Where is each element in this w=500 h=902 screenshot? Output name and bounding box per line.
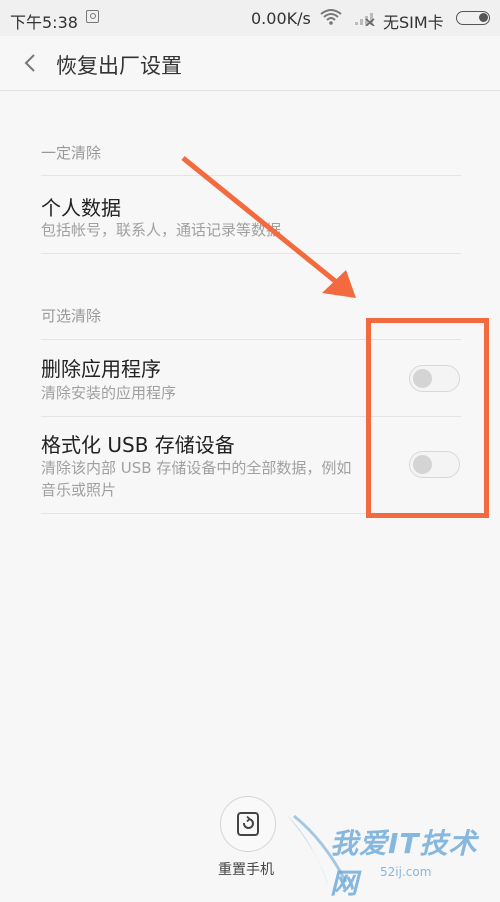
signal-icon: [355, 13, 375, 26]
sim-status: 无SIM卡: [383, 13, 444, 32]
header-bar: 恢复出厂设置: [0, 36, 500, 91]
item-subtitle: 清除该内部 USB 存储设备中的全部数据，例如音乐或照片: [41, 459, 352, 499]
item-subtitle: 包括帐号，联系人，通话记录等数据: [41, 221, 282, 239]
divider: [41, 416, 461, 417]
item-title: 删除应用程序: [41, 357, 161, 381]
page-title: 恢复出厂设置: [56, 54, 182, 78]
watermark-url: 52ij.com: [380, 865, 432, 879]
reset-phone-icon: [237, 812, 259, 836]
format-usb-toggle[interactable]: [409, 451, 460, 478]
status-time: 下午5:38: [10, 13, 78, 32]
toggle-knob: [413, 369, 432, 388]
divider: [41, 513, 461, 514]
item-title: 格式化 USB 存储设备: [41, 433, 235, 457]
item-subtitle: 清除安装的应用程序: [41, 384, 177, 402]
section-label-optional: 可选清除: [41, 307, 102, 325]
battery-icon: [456, 11, 490, 25]
annotation-box: [366, 318, 489, 518]
wifi-icon: [320, 9, 342, 25]
section-label-required: 一定清除: [41, 144, 102, 162]
watermark-text: 我爱IT技术网: [330, 827, 478, 900]
toggle-knob: [413, 455, 432, 474]
item-title: 个人数据: [41, 196, 121, 220]
network-speed: 0.00K/s: [251, 9, 311, 28]
status-bar: 下午5:38 0.00K/s 无SIM卡: [0, 0, 500, 36]
divider: [41, 253, 461, 254]
delete-apps-toggle[interactable]: [409, 365, 460, 392]
reset-phone-label: 重置手机: [218, 862, 274, 878]
chevron-left-icon[interactable]: [14, 46, 48, 80]
divider: [41, 175, 461, 176]
reset-phone-button[interactable]: [220, 796, 276, 852]
divider: [41, 339, 461, 340]
notification-icon: [86, 10, 99, 23]
